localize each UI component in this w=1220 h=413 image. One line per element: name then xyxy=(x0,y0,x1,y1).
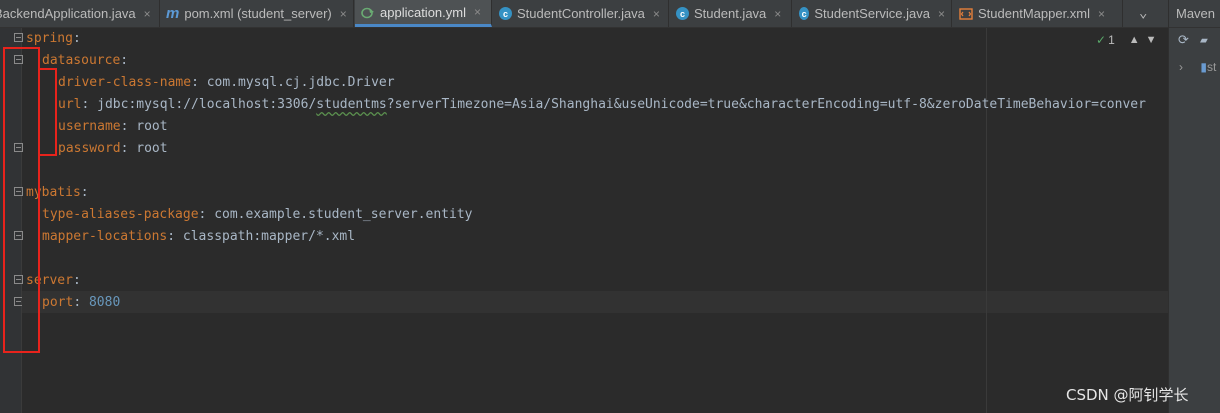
yaml-value: com.mysql.cj.jdbc.Driver xyxy=(206,75,395,90)
maven-tree-node[interactable]: › ▮st xyxy=(1179,60,1216,74)
tab-label: Student.java xyxy=(694,6,767,21)
right-margin-guide xyxy=(986,28,987,413)
tab-label: StudentService.java xyxy=(814,6,930,21)
divider xyxy=(1169,27,1220,28)
yaml-key: port xyxy=(42,295,74,310)
close-icon[interactable]: × xyxy=(144,7,151,21)
spellcheck-word: studentms xyxy=(316,97,387,112)
code-line: password: root xyxy=(58,138,168,160)
maven-panel-title[interactable]: Maven xyxy=(1176,6,1215,21)
yaml-separator: : xyxy=(120,119,137,134)
inspection-count: 1 xyxy=(1108,33,1115,47)
yaml-value: com.example.student_server.entity xyxy=(214,207,473,222)
class-icon: c xyxy=(676,7,689,20)
yaml-value: ?serverTimezone=Asia/Shanghai&useUnicode… xyxy=(386,97,1146,112)
yaml-key: datasource xyxy=(42,53,121,68)
yaml-key: mapper-locations xyxy=(42,229,168,244)
tab-overflow-chevron-icon[interactable]: ⌄ xyxy=(1139,5,1147,21)
yaml-key: password xyxy=(58,141,121,156)
tab-label: StudentMapper.xml xyxy=(978,6,1091,21)
chevron-up-icon[interactable]: ▲ xyxy=(1129,34,1140,46)
tab-label: BackendApplication.java xyxy=(0,6,136,21)
yaml-key: spring xyxy=(26,31,73,46)
code-line: url: jdbc:mysql://localhost:3306/student… xyxy=(58,94,1146,116)
yaml-separator: : xyxy=(198,207,215,222)
yaml-separator: : xyxy=(81,97,98,112)
tab-student[interactable]: c Student.java × xyxy=(670,0,792,27)
annotation-box xyxy=(38,68,57,156)
yaml-key: type-aliases-package xyxy=(42,207,199,222)
yaml-key: driver-class-name xyxy=(58,75,192,90)
tab-pom-xml[interactable]: m pom.xml (student_server) × xyxy=(160,0,354,27)
tab-backend-application[interactable]: BackendApplication.java × xyxy=(0,0,160,27)
annotation-box xyxy=(3,47,40,353)
yaml-separator: : xyxy=(73,295,89,310)
folder-icon[interactable]: ▰ xyxy=(1200,33,1208,48)
editor-tab-bar: BackendApplication.java × m pom.xml (stu… xyxy=(0,0,1168,28)
yaml-separator: : xyxy=(191,75,207,90)
yaml-separator: : xyxy=(167,229,183,244)
maven-icon: m xyxy=(166,5,180,22)
yaml-key: username xyxy=(58,119,121,134)
yaml-number: 8080 xyxy=(88,295,121,310)
class-icon: c xyxy=(799,7,810,20)
yaml-separator: : xyxy=(80,185,89,200)
current-line-highlight xyxy=(22,291,1168,313)
close-icon[interactable]: × xyxy=(774,7,781,21)
checkmark-icon: ✓ xyxy=(1096,33,1107,47)
inspection-widget[interactable]: ✓ 1 ▲ ▼ xyxy=(1096,33,1157,47)
module-icon: ▮ xyxy=(1200,60,1207,74)
chevron-down-icon[interactable]: ▼ xyxy=(1146,34,1157,46)
yaml-key: url xyxy=(58,97,82,112)
tab-label: application.yml xyxy=(380,4,466,20)
yaml-icon xyxy=(361,6,375,19)
code-line: driver-class-name: com.mysql.cj.jdbc.Dri… xyxy=(58,72,395,94)
code-line: port: 8080 xyxy=(42,292,120,314)
tab-student-service[interactable]: c StudentService.java × xyxy=(793,0,952,27)
yaml-separator: : xyxy=(120,141,137,156)
chevron-right-icon[interactable]: › xyxy=(1179,60,1183,74)
tab-student-controller[interactable]: c StudentController.java × xyxy=(493,0,669,27)
yaml-value: root xyxy=(136,119,168,134)
close-icon[interactable]: × xyxy=(340,7,347,21)
maven-tool-window: Maven ⟳ ▰ › ▮st xyxy=(1168,0,1220,413)
reload-icon[interactable]: ⟳ xyxy=(1178,33,1189,48)
code-line: username: root xyxy=(58,116,168,138)
close-icon[interactable]: × xyxy=(474,5,481,19)
class-icon: c xyxy=(499,7,512,20)
close-icon[interactable]: × xyxy=(1098,7,1105,21)
tree-node-label: st xyxy=(1206,60,1217,74)
yaml-separator: : xyxy=(72,273,81,288)
xml-icon xyxy=(959,7,973,20)
yaml-value: jdbc:mysql://localhost:3306/ xyxy=(97,97,317,112)
tab-label: StudentController.java xyxy=(517,6,645,21)
yaml-separator: : xyxy=(72,31,81,46)
yaml-value: classpath:mapper/*.xml xyxy=(182,229,356,244)
code-line: type-aliases-package: com.example.studen… xyxy=(42,204,472,226)
watermark: CSDN @阿钊学长 xyxy=(1066,386,1189,404)
yaml-separator: : xyxy=(120,53,129,68)
code-line: mapper-locations: classpath:mapper/*.xml xyxy=(42,226,355,248)
tab-application-yml[interactable]: application.yml × xyxy=(355,0,492,27)
close-icon[interactable]: × xyxy=(653,7,660,21)
close-icon[interactable]: × xyxy=(938,7,945,21)
yaml-value: root xyxy=(136,141,168,156)
tab-student-mapper[interactable]: StudentMapper.xml × xyxy=(953,0,1123,27)
tab-label: pom.xml (student_server) xyxy=(184,6,332,21)
